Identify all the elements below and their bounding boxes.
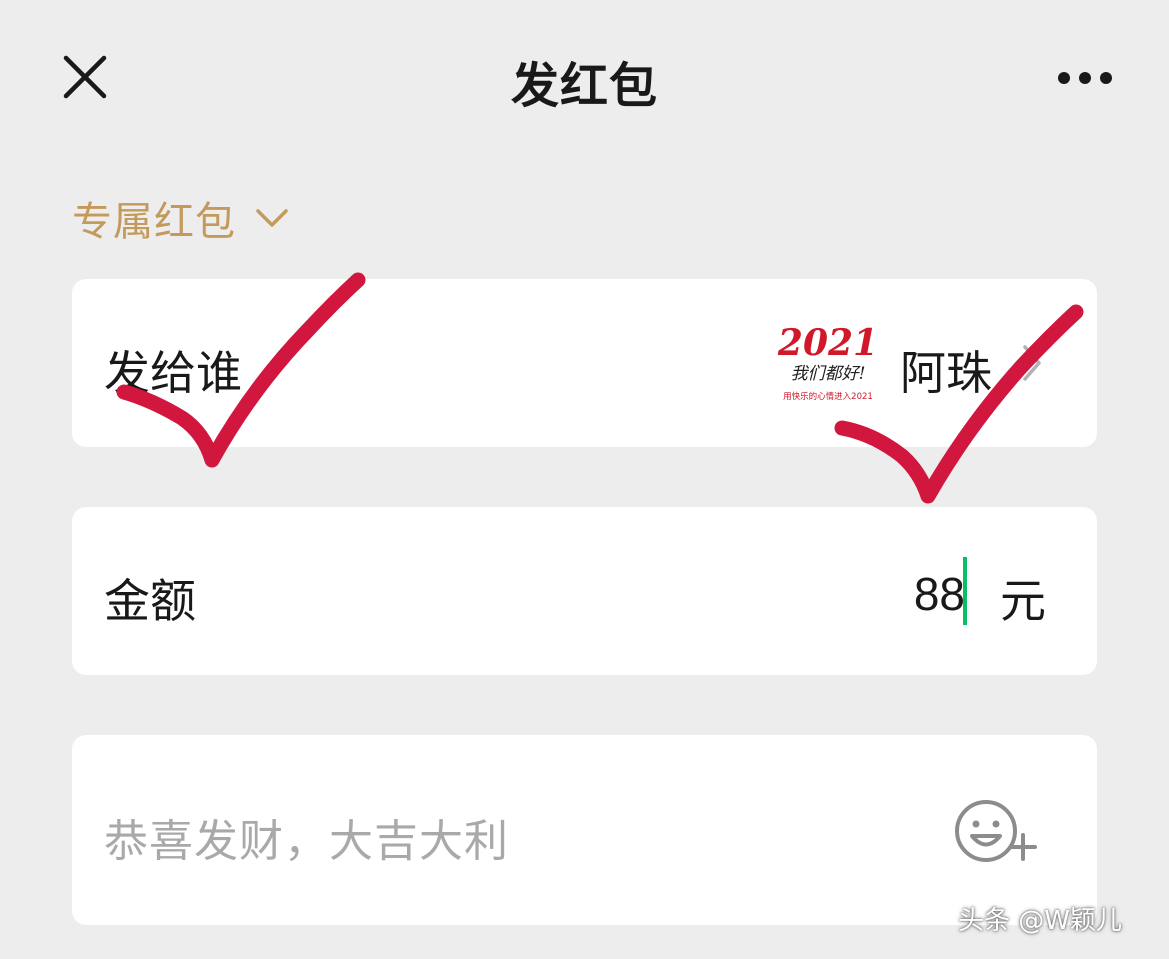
page-title: 发红包 [510, 58, 658, 114]
chevron-right-icon [1023, 345, 1041, 381]
recipient-label: 发给谁 [104, 346, 242, 400]
packet-type-label: 专属红包 [72, 199, 236, 245]
emoji-button[interactable] [952, 795, 1040, 867]
top-bar: 发红包 [0, 0, 1169, 160]
emoji-add-icon [955, 800, 1037, 862]
amount-row: 金额 88 元 [72, 507, 1097, 675]
amount-label: 金额 [104, 574, 196, 628]
avatar-year-text: 2021 [778, 322, 878, 364]
amount-input[interactable]: 88 [914, 567, 965, 621]
more-options-button[interactable] [1052, 58, 1118, 98]
avatar-caption-text: 用快乐的心情进入2021 [783, 391, 873, 402]
greeting-row: 恭喜发财，大吉大利 [72, 735, 1097, 925]
greeting-input[interactable]: 恭喜发财，大吉大利 [104, 805, 509, 869]
amount-unit: 元 [1000, 574, 1046, 628]
chevron-down-icon [256, 209, 288, 227]
more-options-icon [1058, 72, 1112, 84]
recipient-row[interactable]: 发给谁 2021 我们都好! 用快乐的心情进入2021 阿珠 [72, 279, 1097, 447]
recipient-name: 阿珠 [900, 346, 992, 400]
recipient-avatar: 2021 我们都好! 用快乐的心情进入2021 [778, 315, 878, 411]
text-caret [963, 557, 967, 625]
watermark: 头条 @W颖儿 [958, 906, 1122, 936]
packet-type-selector[interactable]: 专属红包 [72, 192, 290, 245]
avatar-slogan-text: 我们都好! [791, 364, 866, 384]
